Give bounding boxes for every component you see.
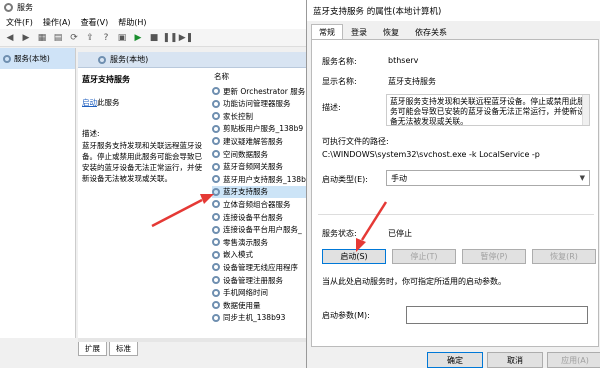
- annotation-arrows: [151, 194, 388, 252]
- arrow-to-service-row: [151, 194, 214, 228]
- arrow-to-start-button: [356, 201, 388, 252]
